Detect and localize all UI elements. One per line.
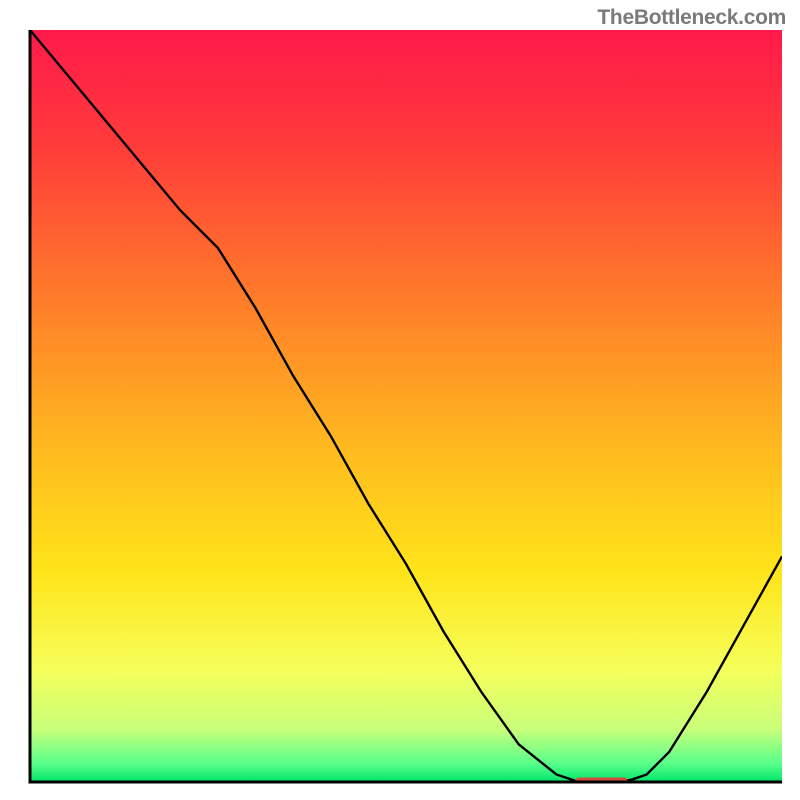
plot-background [30, 30, 782, 782]
bottleneck-chart [0, 0, 800, 800]
chart-container: TheBottleneck.com [0, 0, 800, 800]
watermark-text: TheBottleneck.com [597, 6, 786, 30]
